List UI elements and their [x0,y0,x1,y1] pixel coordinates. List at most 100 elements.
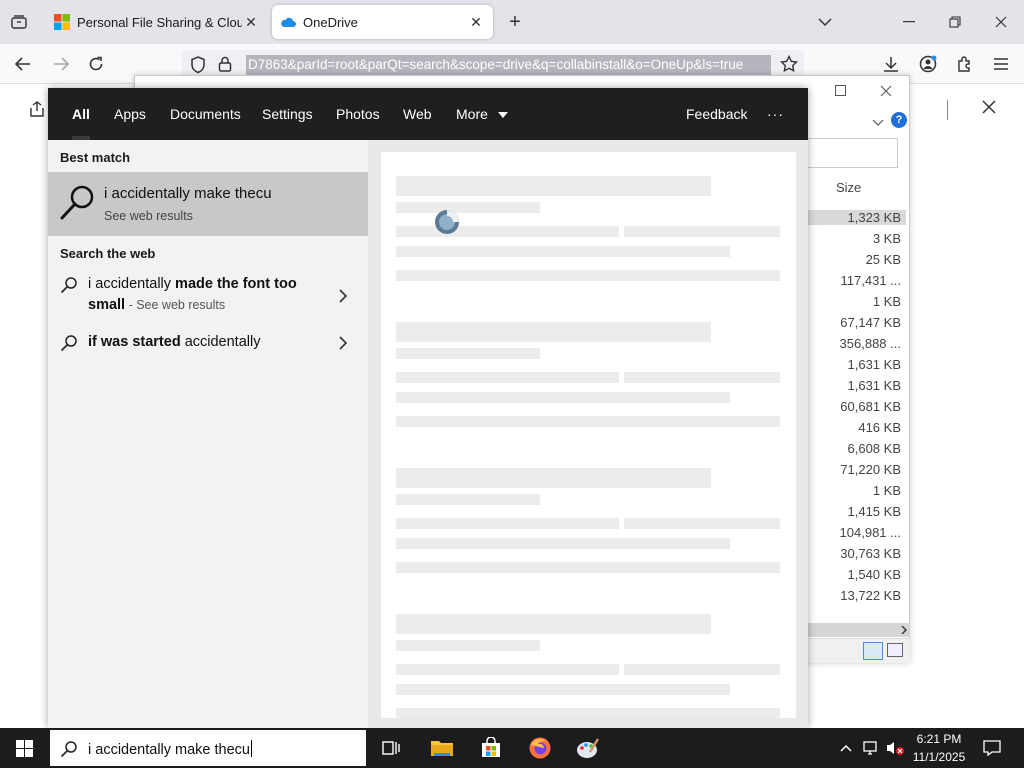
skeleton-placeholder [624,664,780,675]
bookmark-star-icon[interactable] [779,54,799,73]
new-tab-plus-icon[interactable]: + [504,11,526,33]
file-explorer-button[interactable] [420,732,464,764]
best-match-label: Best match [60,150,131,165]
explorer-statusbar [807,638,910,663]
skeleton-placeholder [396,518,619,529]
filter-tab-more[interactable]: More [456,88,508,140]
skeleton-placeholder [396,562,780,573]
web-result-bold: if was started [88,334,181,350]
tab-title: OneDrive [303,14,358,30]
explorer-search-input[interactable] [805,138,898,168]
filter-tab-documents[interactable]: Documents [170,88,241,140]
paint-button[interactable] [566,732,610,764]
maximize-icon[interactable] [835,84,849,98]
paint-palette-icon [577,738,600,758]
chevron-right-icon[interactable] [336,288,350,304]
web-result-item[interactable]: i accidentally made the font too small -… [48,274,368,322]
skeleton-placeholder [396,392,730,403]
web-result-suffix: accidentally [180,334,261,350]
chevron-down-icon[interactable] [814,12,836,32]
skeleton-placeholder [396,270,780,281]
filter-tab-apps[interactable]: Apps [114,88,146,140]
taskbar-search-text: i accidentally make thecu [88,742,250,758]
menu-hamburger-icon[interactable] [990,54,1012,74]
download-icon[interactable] [880,54,902,74]
file-size-cell: 1,323 KB [806,210,906,225]
chevron-down-icon[interactable] [872,114,884,126]
feedback-button[interactable]: Feedback [686,88,747,140]
details-view-icon[interactable] [863,642,883,660]
filter-tab-web[interactable]: Web [403,88,432,140]
more-options-button[interactable]: ··· [767,88,784,140]
folder-icon [431,741,453,756]
best-match-subtitle: See web results [104,209,193,223]
caret-down-icon [497,112,508,118]
lock-icon[interactable] [218,56,234,74]
onedrive-cloud-icon [281,17,296,27]
skeleton-placeholder [396,372,619,383]
best-match-result[interactable]: i accidentally make thecu See web result… [48,172,368,236]
reload-icon[interactable] [85,54,107,74]
tab-personal-file-sharing[interactable]: Personal File Sharing & Cloud S ✕ [46,5,268,39]
taskbar-search-text-wrap[interactable]: i accidentally make thecu [88,740,252,758]
skeleton-placeholder [396,246,730,257]
share-icon[interactable] [28,100,48,120]
preview-pane [368,140,808,728]
firefox-button[interactable] [518,732,562,764]
start-button[interactable] [0,728,48,768]
tab-onedrive[interactable]: OneDrive ✕ [272,5,493,39]
preview-card-loading [381,152,796,718]
volume-button[interactable] [884,728,906,768]
extensions-icon[interactable] [954,54,976,74]
tab-close-icon[interactable]: ✕ [467,13,485,31]
divider [947,100,948,120]
close-icon[interactable] [982,100,1000,118]
windows-logo-icon [15,739,33,757]
taskbar-search-box[interactable]: i accidentally make thecu [48,728,368,768]
horizontal-scrollbar[interactable] [807,623,910,637]
action-center-button[interactable] [980,728,1004,768]
web-result-prefix: i accidentally [88,276,176,292]
restore-icon[interactable] [944,12,966,32]
taskbar-clock[interactable]: 6:21 PM 11/1/2025 [904,730,974,766]
skeleton-placeholder [624,226,780,237]
firefox-icon [529,737,551,759]
tab-list-icon[interactable] [8,12,30,32]
chevron-right-icon[interactable] [336,335,350,351]
network-icon [863,741,877,755]
size-column-header[interactable]: Size [836,180,861,195]
skeleton-placeholder [396,468,711,488]
account-icon[interactable] [917,54,939,74]
clock-time: 6:21 PM [916,732,962,746]
web-result-item[interactable]: if was started accidentally [48,332,368,358]
skeleton-placeholder [396,684,730,695]
large-icons-view-icon[interactable] [887,643,903,657]
minimize-icon[interactable] [898,12,920,32]
store-button[interactable] [469,732,513,764]
forward-arrow-icon[interactable] [50,54,72,74]
url-text[interactable]: D7863&parId=root&parQt=search&scope=driv… [246,55,771,75]
shield-icon[interactable] [190,56,208,74]
task-view-button[interactable] [370,732,414,764]
skeleton-placeholder [396,640,540,651]
filter-more-label: More [456,106,488,122]
help-icon[interactable]: ? [891,112,907,128]
search-icon [60,185,94,220]
browser-tab-bar: Personal File Sharing & Cloud S ✕ OneDri… [0,0,1024,44]
network-button[interactable] [860,728,882,768]
close-icon[interactable] [880,84,894,98]
filter-tab-settings[interactable]: Settings [262,88,313,140]
back-arrow-icon[interactable] [12,54,34,74]
tab-close-icon[interactable]: ✕ [242,13,260,31]
skeleton-placeholder [396,614,711,634]
filter-tab-photos[interactable]: Photos [336,88,380,140]
search-icon [60,277,77,294]
filter-tab-all[interactable]: All [72,88,90,140]
skeleton-placeholder [396,416,780,427]
store-bag-icon [482,737,500,757]
microsoft-logo-icon [54,14,70,30]
text-caret [251,740,252,757]
best-match-title: i accidentally make thecu [104,185,272,202]
close-window-icon[interactable] [990,12,1012,32]
show-hidden-icons-button[interactable] [836,728,856,768]
